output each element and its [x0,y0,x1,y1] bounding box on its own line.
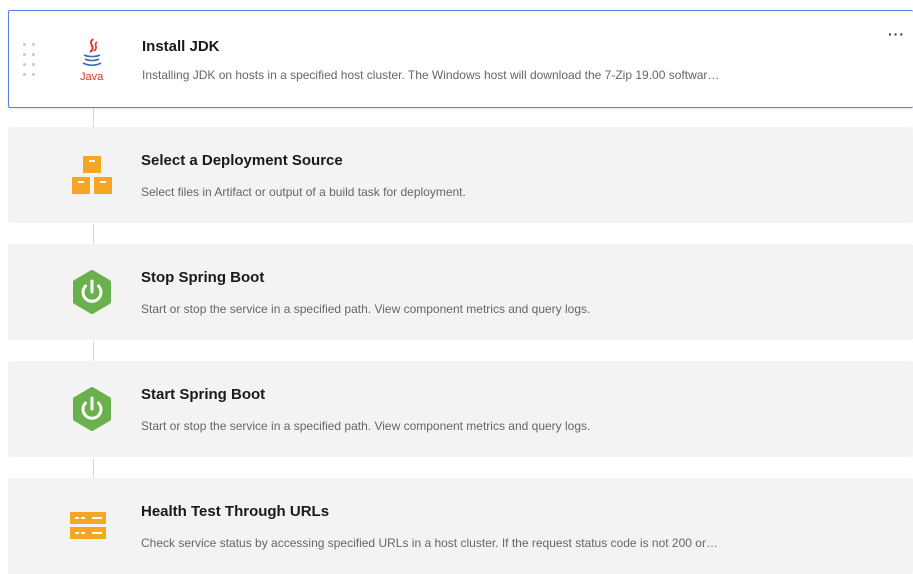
step-description: Start or stop the service in a specified… [141,302,591,316]
step-connector [93,108,94,127]
step-card-health-test[interactable]: Health Test Through URLs Check service s… [8,478,913,574]
step-connector [93,224,94,244]
power-icon [70,270,114,314]
power-icon [70,387,114,431]
step-title: Install JDK [142,38,220,55]
more-options-button[interactable]: ··· [888,27,905,41]
step-connector [93,458,94,478]
step-title: Health Test Through URLs [141,503,330,520]
step-card-install-jdk[interactable]: Java Install JDK Installing JDK on hosts… [8,10,913,108]
step-description: Check service status by accessing specif… [141,536,718,550]
drag-handle-icon[interactable] [23,43,37,77]
step-card-deployment-source[interactable]: Select a Deployment Source Select files … [8,127,913,223]
step-description: Start or stop the service in a specified… [141,419,591,433]
step-description: Installing JDK on hosts in a specified h… [142,68,720,82]
step-title: Stop Spring Boot [141,269,265,286]
step-connector [93,341,94,361]
step-card-start-spring-boot[interactable]: Start Spring Boot Start or stop the serv… [8,361,913,457]
server-icon [70,508,114,552]
step-title: Start Spring Boot [141,386,266,403]
step-card-stop-spring-boot[interactable]: Stop Spring Boot Start or stop the servi… [8,244,913,340]
step-description: Select files in Artifact or output of a … [141,185,466,199]
java-logo-text: Java [80,71,104,83]
boxes-icon [70,154,114,198]
step-title: Select a Deployment Source [141,152,343,169]
java-icon: Java [75,36,109,84]
